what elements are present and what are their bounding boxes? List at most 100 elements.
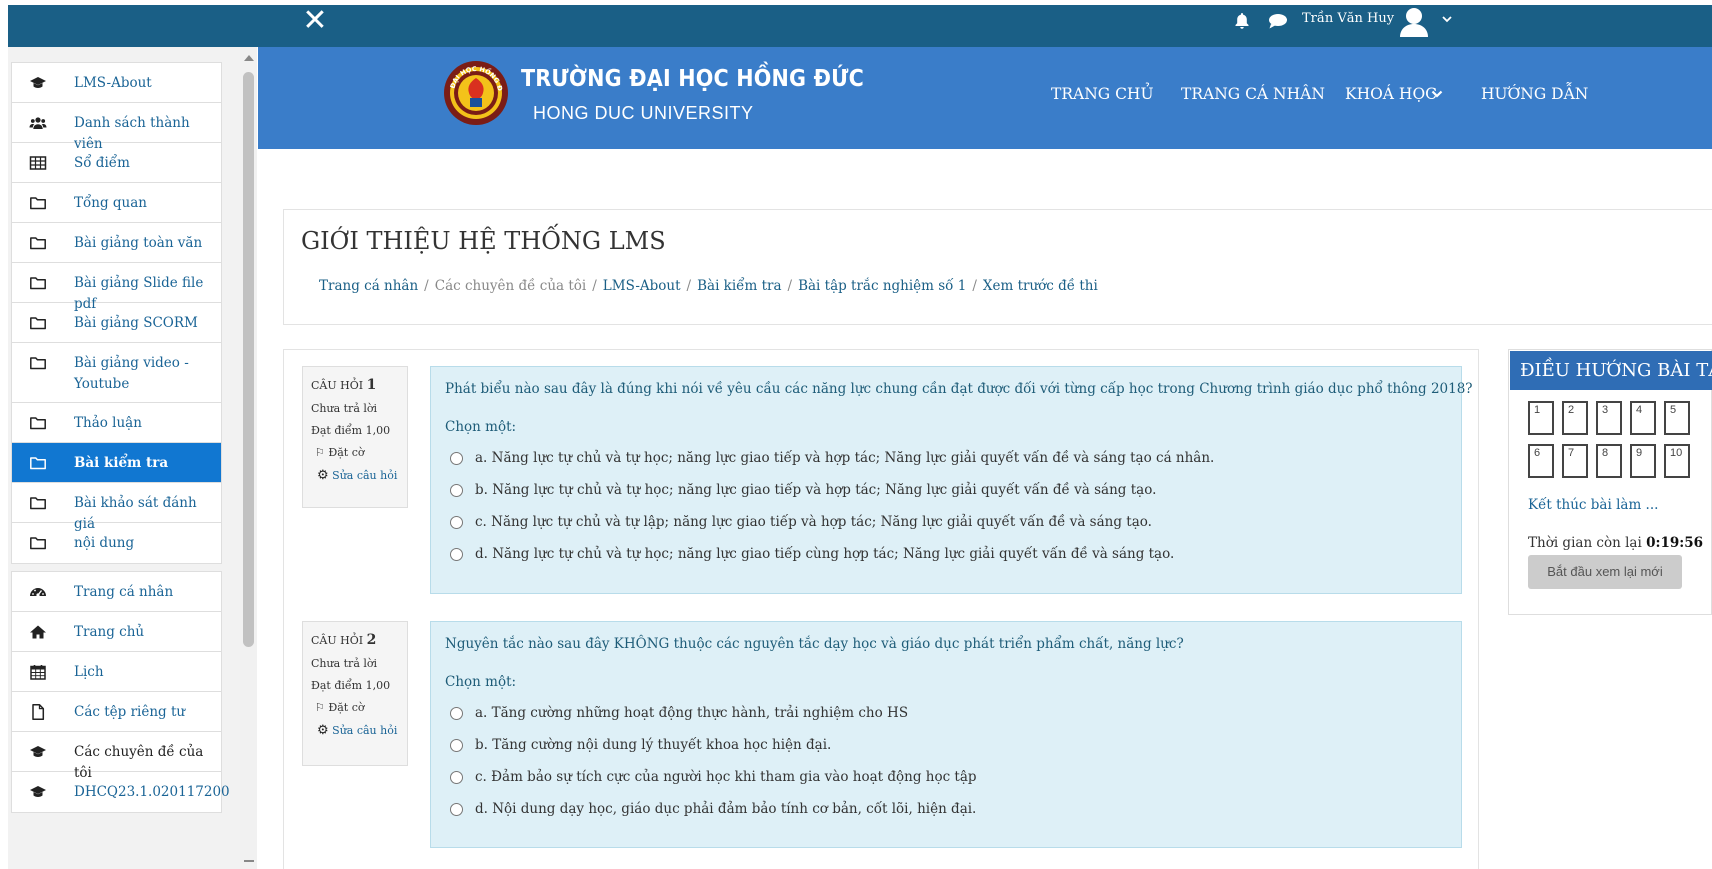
answer-option[interactable]: c. Đảm bảo sự tích cực của người học khi…: [445, 761, 1447, 793]
file-icon: [29, 703, 47, 721]
sidebar-item[interactable]: Bài giảng toàn văn: [12, 223, 221, 263]
page-root: ✕ Trần Văn Huy LMS-About Danh sách thành …: [0, 0, 1712, 869]
gear-icon: ⚙: [317, 723, 329, 738]
question-nav-button[interactable]: 9: [1630, 444, 1656, 478]
edit-question-link[interactable]: ⚙ Sửa câu hỏi: [311, 468, 399, 483]
chat-icon[interactable]: [1268, 13, 1288, 29]
chevron-down-icon[interactable]: [1431, 89, 1443, 99]
answer-option[interactable]: d. Nội dung dạy học, giáo dục phải đảm b…: [445, 793, 1447, 825]
sidebar-item-label: Tổng quan: [74, 194, 147, 211]
question-nav-button[interactable]: 10: [1664, 444, 1690, 478]
sidebar-item[interactable]: Danh sách thành viên: [12, 103, 221, 152]
sidebar-item[interactable]: Các chuyên đề của tôi: [12, 732, 221, 781]
home-icon: [29, 623, 47, 641]
flag-question-button[interactable]: ⚐ Đặt cờ: [311, 701, 399, 714]
flag-icon: ⚐: [315, 446, 325, 459]
question-nav-button[interactable]: 8: [1596, 444, 1622, 478]
question-nav-button[interactable]: 3: [1596, 401, 1622, 435]
sidebar-item[interactable]: Trang chủ: [12, 612, 221, 652]
question-box: Nguyên tắc nào sau đây KHÔNG thuộc các n…: [430, 621, 1462, 848]
breadcrumb-item: Các chuyên đề của tôi: [434, 278, 587, 294]
breadcrumb-item[interactable]: Trang cá nhân: [319, 278, 418, 294]
scroll-up-arrow-icon[interactable]: [244, 55, 254, 61]
sidebar-item[interactable]: Lịch: [12, 652, 221, 692]
edit-question-link[interactable]: ⚙ Sửa câu hỏi: [311, 723, 399, 738]
sidebar-item[interactable]: Bài giảng SCORM: [12, 303, 221, 343]
answer-option[interactable]: a. Tăng cường những hoạt động thực hành,…: [445, 697, 1447, 729]
radio-button[interactable]: [450, 802, 463, 816]
breadcrumb-item[interactable]: Bài kiểm tra: [697, 278, 781, 294]
university-logo[interactable]: ĐẠI HỌC HỒNG ĐỨC: [443, 60, 509, 126]
answer-option[interactable]: b. Tăng cường nội dung lý thuyết khoa họ…: [445, 729, 1447, 761]
sidebar-item[interactable]: Bài khảo sát đánh giá: [12, 483, 221, 532]
sidebar-item-label: Trang cá nhân: [74, 583, 174, 600]
bell-icon[interactable]: [1234, 12, 1250, 30]
folder-icon: [29, 354, 47, 372]
sidebar-item[interactable]: LMS-About: [12, 63, 221, 103]
answer-option[interactable]: a. Năng lực tự chủ và tự học; năng lực g…: [445, 442, 1447, 474]
graduation-cap-icon: [29, 743, 47, 761]
radio-button[interactable]: [450, 483, 463, 497]
folder-icon: [29, 234, 47, 252]
radio-button[interactable]: [450, 451, 463, 465]
question-nav-button[interactable]: 4: [1630, 401, 1656, 435]
radio-button[interactable]: [450, 770, 463, 784]
sidebar-item[interactable]: Tổng quan: [12, 183, 221, 223]
graduation-cap-icon: [29, 783, 47, 801]
radio-button[interactable]: [450, 547, 463, 561]
radio-button[interactable]: [450, 706, 463, 720]
sidebar-item[interactable]: Các tệp riêng tư: [12, 692, 221, 732]
finish-attempt-link[interactable]: Kết thúc bài làm ...: [1528, 497, 1658, 513]
question-nav-button[interactable]: 7: [1562, 444, 1588, 478]
gear-icon: ⚙: [317, 468, 329, 483]
sidebar-item[interactable]: Bài giảng video - Youtube: [12, 343, 221, 403]
question-nav-button[interactable]: 2: [1562, 401, 1588, 435]
close-drawer-icon[interactable]: ✕: [295, 4, 335, 38]
avatar[interactable]: [1397, 5, 1431, 39]
question-points: Đạt điểm 1,00: [311, 424, 391, 437]
answer-option[interactable]: c. Năng lực tự chủ và tự lập; năng lực g…: [445, 506, 1447, 538]
scrollbar-thumb[interactable]: [243, 72, 254, 647]
table-icon: [29, 154, 47, 172]
flag-icon: ⚐: [315, 701, 325, 714]
page-title: GIỚI THIỆU HỆ THỐNG LMS: [301, 227, 666, 255]
nav-help[interactable]: HƯỚNG DẪN: [1481, 85, 1588, 103]
answer-option[interactable]: b. Năng lực tự chủ và tự học; năng lực g…: [445, 474, 1447, 506]
question-nav-button[interactable]: 5: [1664, 401, 1690, 435]
flag-question-button[interactable]: ⚐ Đặt cờ: [311, 446, 399, 459]
chevron-down-icon[interactable]: [1440, 12, 1454, 26]
question-status: Chưa trả lời: [311, 657, 378, 670]
folder-icon: [29, 274, 47, 292]
sidebar-item[interactable]: Trang cá nhân: [12, 572, 221, 612]
answer-option[interactable]: d. Năng lực tự chủ và tự học; năng lực g…: [445, 538, 1447, 570]
brand-name[interactable]: TRƯỜNG ĐẠI HỌC HỒNG ĐỨC: [521, 66, 864, 92]
brand-subtitle[interactable]: HONG DUC UNIVERSITY: [533, 103, 754, 124]
question-nav-button[interactable]: 6: [1528, 444, 1554, 478]
start-new-preview-button[interactable]: Bắt đầu xem lại mới: [1528, 555, 1682, 589]
sidebar-item[interactable]: Bài kiểm tra: [12, 443, 221, 483]
sidebar-item[interactable]: nội dung: [12, 523, 221, 563]
user-name[interactable]: Trần Văn Huy: [1302, 11, 1394, 26]
sidebar-item[interactable]: Bài giảng Slide file pdf: [12, 263, 221, 312]
sidebar-item[interactable]: Sổ điểm: [12, 143, 221, 183]
question-status: Chưa trả lời: [311, 402, 378, 415]
breadcrumb-item[interactable]: LMS-About: [603, 278, 681, 294]
breadcrumb-item[interactable]: Xem trước đề thi: [983, 278, 1098, 294]
breadcrumb-item[interactable]: Bài tập trắc nghiệm số 1: [798, 278, 966, 294]
sidebar-item-label: Bài giảng video - Youtube: [74, 355, 189, 392]
nav-courses[interactable]: KHOÁ HỌC: [1345, 85, 1437, 103]
dashboard-icon: [29, 583, 47, 601]
radio-button[interactable]: [450, 738, 463, 752]
sidebar-item-label: Các tệp riêng tư: [74, 703, 186, 720]
quiz-navigation-title: ĐIỀU HƯỚNG BÀI TẬP: [1510, 351, 1712, 390]
question-nav-button[interactable]: 1: [1528, 401, 1554, 435]
radio-button[interactable]: [450, 515, 463, 529]
sidebar-item-label: Thảo luận: [74, 414, 142, 431]
sidebar-item[interactable]: DHCQ23.1.020117200: [12, 772, 230, 812]
nav-dashboard[interactable]: TRANG CÁ NHÂN: [1181, 85, 1325, 103]
sidebar-course-block: LMS-About Danh sách thành viên Sổ điểm Tổng…: [11, 62, 222, 564]
nav-home[interactable]: TRANG CHỦ: [1051, 85, 1154, 103]
sidebar-item[interactable]: Thảo luận: [12, 403, 221, 443]
sidebar-site-block: Trang cá nhân Trang chủ Lịch Các tệp riêng …: [11, 571, 230, 813]
scroll-down-arrow-icon[interactable]: [244, 860, 254, 862]
